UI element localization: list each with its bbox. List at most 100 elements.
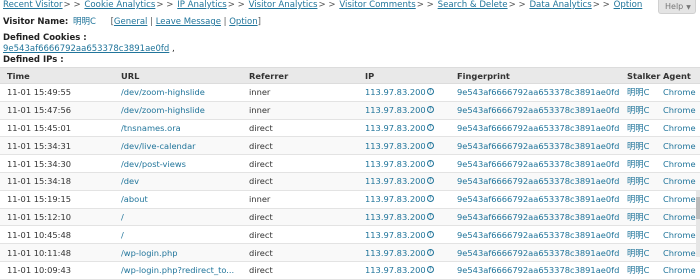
stalker-link[interactable]: 明明C (627, 123, 649, 133)
fingerprint-link[interactable]: 9e543af6666792aa653378c3891ae0fd (457, 159, 619, 169)
ip-link[interactable]: 113.97.83.200 (365, 194, 426, 204)
stalker-link[interactable]: 明明C (627, 194, 649, 204)
url-link[interactable]: / (121, 230, 124, 240)
agent-cell: Chrome (656, 136, 700, 156)
cookie-suffix: , (172, 44, 175, 54)
agent-link[interactable]: Chrome (663, 265, 696, 275)
referrer-cell: direct (242, 243, 358, 262)
ip-link[interactable]: 113.97.83.200 (365, 141, 426, 151)
cookie-row: 9e543af6666792aa653378c3891ae0fd , (3, 44, 175, 55)
scrollbar-thumb[interactable] (696, 197, 700, 219)
nav-recent-visitor[interactable]: Recent Visitor (3, 0, 63, 10)
ip-link[interactable]: 113.97.83.200 (365, 230, 426, 240)
table-row: 11-01 15:47:56/dev/zoom-highslide inner 11… (0, 101, 700, 120)
help-tab-button[interactable]: Help ▼ (658, 0, 696, 14)
agent-link[interactable]: Chrome (663, 87, 696, 97)
nav-visitor-comments[interactable]: Visitor Comments (339, 0, 415, 10)
nav-visitor-analytics[interactable]: Visitor Analytics (249, 0, 318, 10)
nav-search-delete[interactable]: Search & Delete (438, 0, 508, 10)
ip-link[interactable]: 113.97.83.200 (365, 176, 426, 186)
ip-link[interactable]: 113.97.83.200 (365, 87, 426, 97)
url-link[interactable]: /wp-login.php?redirect_to... (121, 265, 234, 275)
ip-info-icon[interactable]: ? (426, 88, 434, 96)
ip-info-icon[interactable]: ? (426, 195, 434, 203)
fingerprint-link[interactable]: 9e543af6666792aa653378c3891ae0fd (457, 265, 619, 275)
agent-link[interactable]: Chrome (663, 230, 696, 240)
fingerprint-link[interactable]: 9e543af6666792aa653378c3891ae0fd (457, 105, 619, 115)
url-link[interactable]: /about (121, 194, 148, 204)
scrollbar[interactable] (696, 191, 700, 257)
fingerprint-link[interactable]: 9e543af6666792aa653378c3891ae0fd (457, 248, 619, 258)
ip-info-icon[interactable]: ? (426, 123, 434, 131)
ip-info-icon[interactable]: ? (426, 106, 434, 114)
time-cell: 11-01 15:45:01 (7, 122, 72, 133)
stalker-link[interactable]: 明明C (627, 230, 649, 240)
visitor-name-link[interactable]: 明明C (73, 17, 96, 27)
agent-link[interactable]: Chrome (663, 194, 696, 204)
stalker-link[interactable]: 明明C (627, 141, 649, 151)
agent-link[interactable]: Chrome (663, 248, 696, 258)
ip-info-icon[interactable]: ? (426, 177, 434, 185)
nav-ip-analytics[interactable]: IP Analytics (177, 0, 226, 10)
referrer-cell: direct (249, 229, 273, 240)
agent-link[interactable]: Chrome (663, 176, 696, 186)
url-link[interactable]: /dev/live-calendar (121, 141, 196, 151)
nav-cookie-analytics[interactable]: Cookie Analytics (84, 0, 155, 10)
help-label: Help (665, 2, 684, 11)
agent-link[interactable]: Chrome (663, 212, 696, 222)
url-link[interactable]: /dev/zoom-highslide (121, 87, 205, 97)
col-ip: IP (358, 67, 450, 84)
fingerprint-cell: 9e543af6666792aa653378c3891ae0fd (450, 225, 620, 245)
url-link[interactable]: / (121, 212, 124, 222)
agent-link[interactable]: Chrome (663, 105, 696, 115)
table-row: 11-01 10:45:48 / direct 113.97.83.200? 9e543… (0, 225, 700, 245)
url-link[interactable]: /dev/post-views (121, 159, 186, 169)
stalker-link[interactable]: 明明C (627, 105, 649, 115)
ip-info-icon[interactable]: ? (426, 266, 434, 274)
url-link[interactable]: /wp-login.php (121, 248, 177, 258)
ip-info-icon[interactable]: ? (426, 159, 434, 167)
agent-cell: Chrome (656, 101, 700, 120)
fingerprint-link[interactable]: 9e543af6666792aa653378c3891ae0fd (457, 194, 619, 204)
stalker-link[interactable]: 明明C (627, 176, 649, 186)
referrer-cell: direct (249, 265, 273, 276)
ip-link[interactable]: 113.97.83.200 (365, 265, 426, 275)
stalker-link[interactable]: 明明C (627, 265, 649, 275)
option-link[interactable]: Option (229, 17, 257, 27)
ip-link[interactable]: 113.97.83.200 (365, 212, 426, 222)
fingerprint-link[interactable]: 9e543af6666792aa653378c3891ae0fd (457, 230, 619, 240)
fingerprint-link[interactable]: 9e543af6666792aa653378c3891ae0fd (457, 176, 619, 186)
agent-link[interactable]: Chrome (663, 159, 696, 169)
ip-info-icon[interactable]: ? (426, 141, 434, 149)
stalker-link[interactable]: 明明C (627, 159, 649, 169)
agent-link[interactable]: Chrome (663, 141, 696, 151)
nav-data-analytics[interactable]: Data Analytics (529, 0, 591, 10)
url-link[interactable]: /dev/zoom-highslide (121, 105, 205, 115)
stalker-link[interactable]: 明明C (627, 248, 649, 258)
stalker-cell: 明明C (620, 101, 656, 120)
url-link[interactable]: /tnsnames.ora (121, 123, 181, 133)
general-link[interactable]: General (114, 17, 148, 27)
nav-separator: > > (63, 0, 81, 10)
ip-link[interactable]: 113.97.83.200 (365, 248, 426, 258)
nav-option[interactable]: Option (614, 0, 643, 10)
url-cell: /dev/zoom-highslide (114, 101, 242, 120)
stalker-link[interactable]: 明明C (627, 212, 649, 222)
referrer-cell: direct (242, 119, 358, 138)
fingerprint-link[interactable]: 9e543af6666792aa653378c3891ae0fd (457, 212, 619, 222)
ip-link[interactable]: 113.97.83.200 (365, 123, 426, 133)
ip-info-icon[interactable]: ? (426, 248, 434, 256)
agent-cell: Chrome (656, 190, 700, 209)
fingerprint-link[interactable]: 9e543af6666792aa653378c3891ae0fd (457, 87, 619, 97)
fingerprint-link[interactable]: 9e543af6666792aa653378c3891ae0fd (457, 141, 619, 151)
ip-info-icon[interactable]: ? (426, 230, 434, 238)
agent-link[interactable]: Chrome (663, 123, 696, 133)
ip-link[interactable]: 113.97.83.200 (365, 105, 426, 115)
url-link[interactable]: /dev (121, 176, 139, 186)
leave-message-link[interactable]: Leave Message (156, 17, 221, 27)
stalker-link[interactable]: 明明C (627, 87, 649, 97)
fingerprint-link[interactable]: 9e543af6666792aa653378c3891ae0fd (457, 123, 619, 133)
ip-info-icon[interactable]: ? (426, 212, 434, 220)
cookie-value-link[interactable]: 9e543af6666792aa653378c3891ae0fd (3, 44, 169, 54)
ip-link[interactable]: 113.97.83.200 (365, 159, 426, 169)
